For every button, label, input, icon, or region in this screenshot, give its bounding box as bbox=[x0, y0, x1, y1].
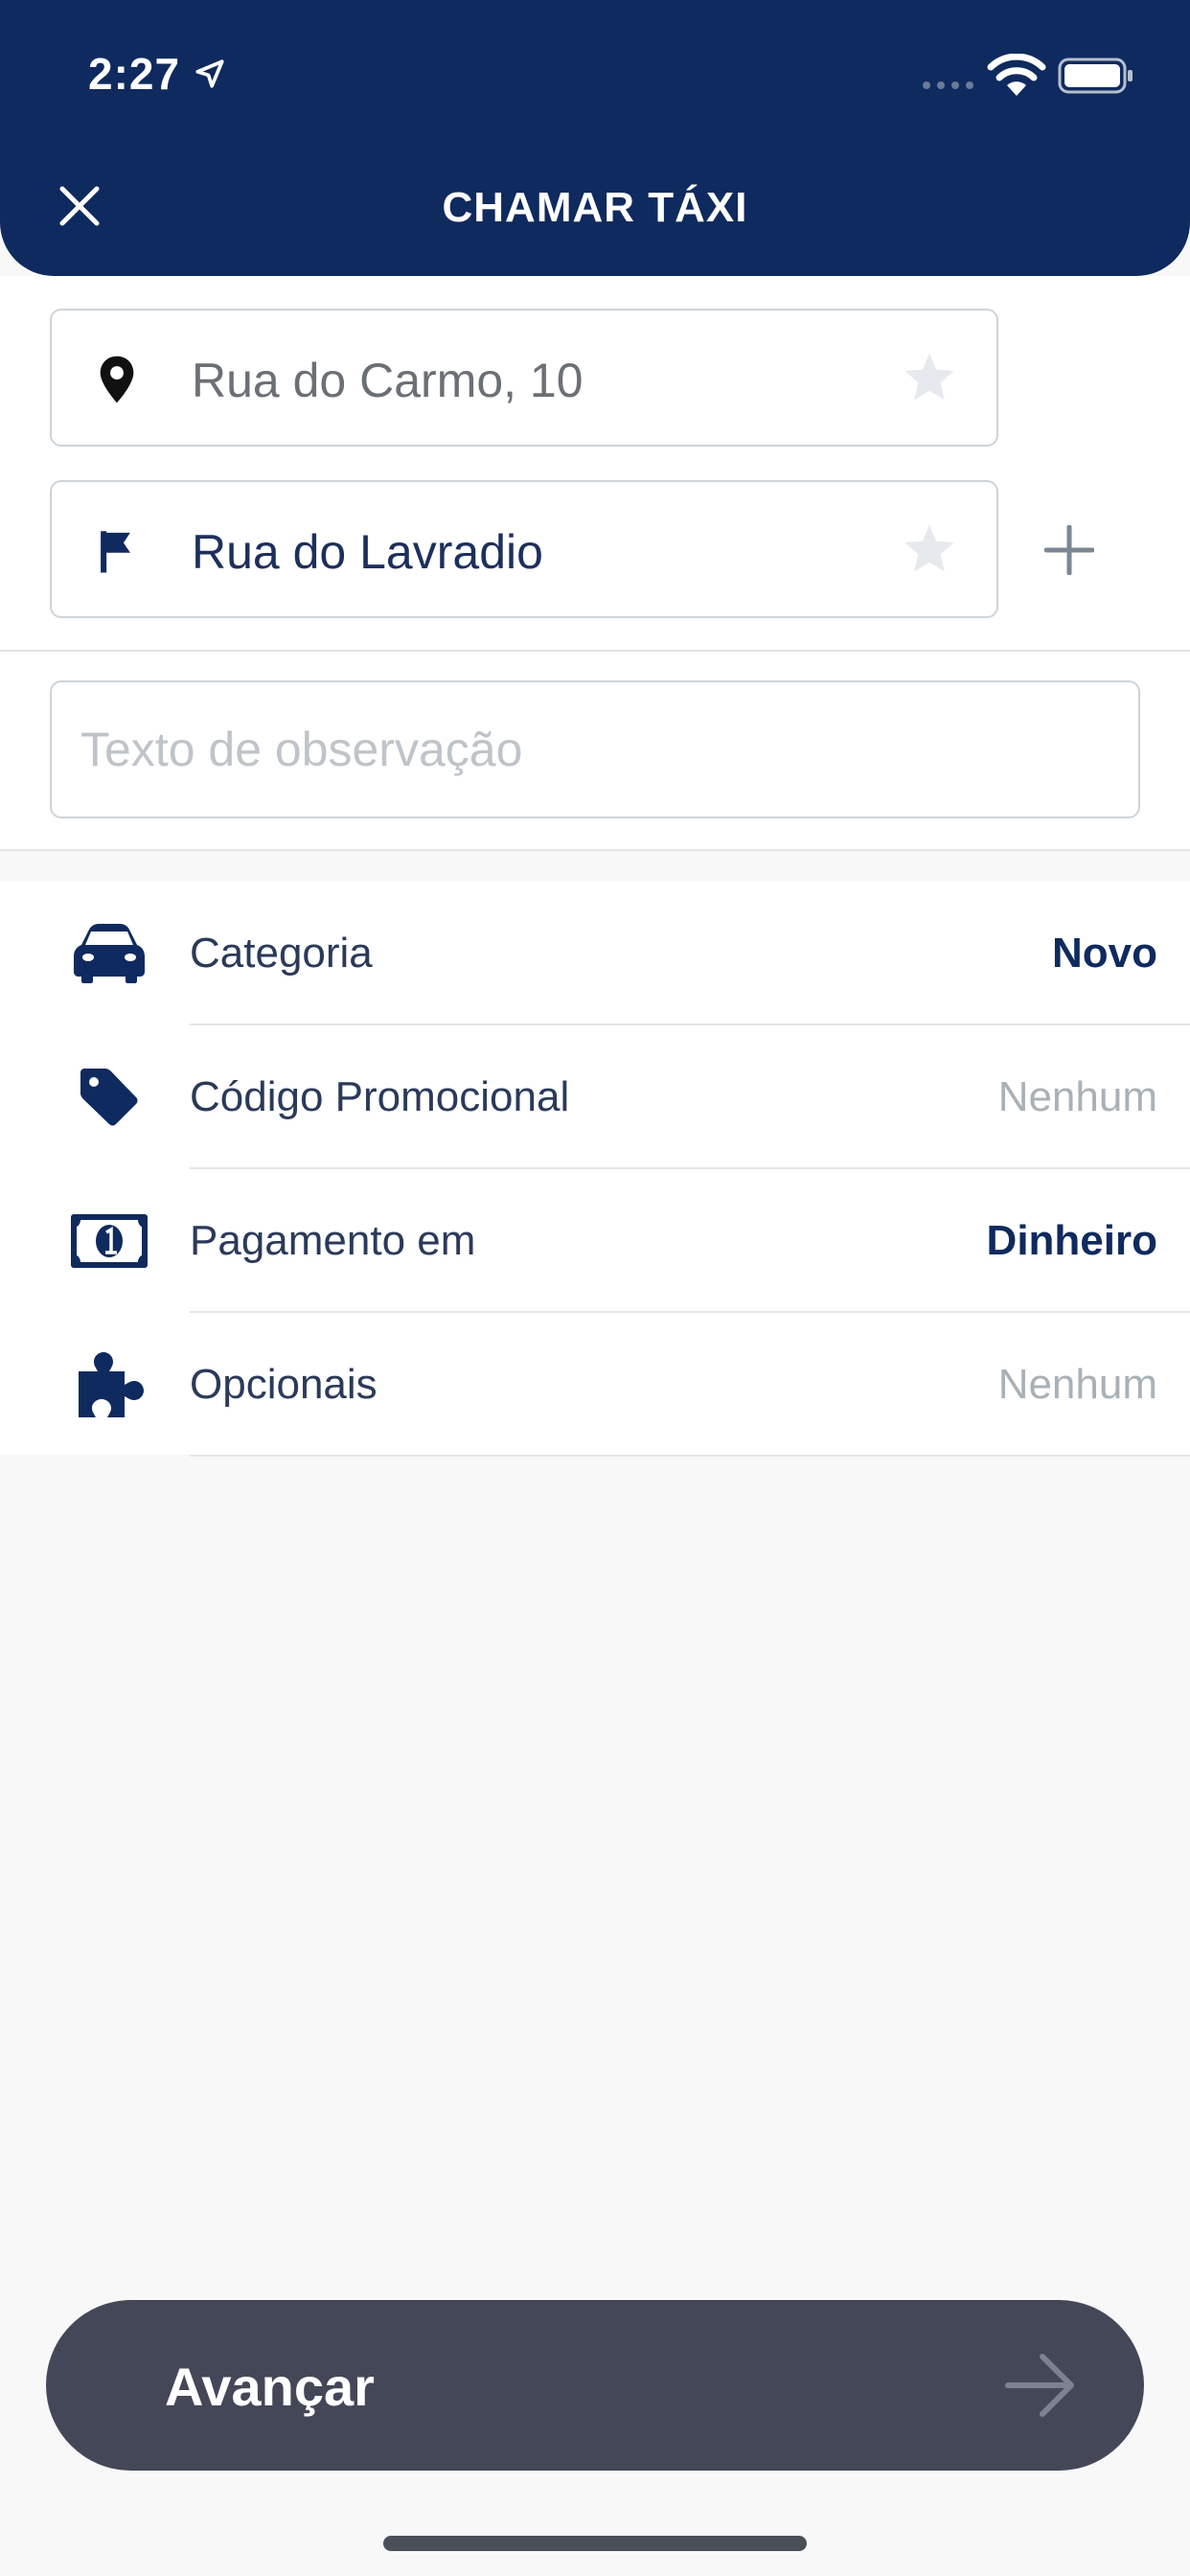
arrow-right-icon bbox=[1005, 2354, 1074, 2417]
location-arrow-icon bbox=[195, 59, 224, 88]
add-stop-button[interactable] bbox=[1035, 516, 1104, 585]
option-row-promo-code[interactable]: Código Promocional Nenhum bbox=[0, 1025, 1190, 1169]
option-value: Nenhum bbox=[997, 1073, 1157, 1120]
favorite-star-icon[interactable] bbox=[903, 351, 956, 402]
battery-icon bbox=[1058, 58, 1133, 94]
puzzle-icon bbox=[71, 1351, 148, 1418]
note-section bbox=[0, 652, 1190, 851]
origin-address-text: Rua do Carmo, 10 bbox=[192, 354, 584, 407]
location-pin-icon bbox=[100, 356, 134, 403]
option-row-category[interactable]: Categoria Novo bbox=[0, 882, 1190, 1025]
divider bbox=[190, 1455, 1190, 1457]
destination-flag-icon bbox=[101, 531, 130, 573]
advance-button[interactable]: Avançar bbox=[46, 2300, 1144, 2471]
cellular-signal-icon bbox=[923, 81, 973, 89]
favorite-star-icon[interactable] bbox=[903, 522, 956, 574]
options-list: Categoria Novo Código Promocional Nenhum… bbox=[0, 882, 1190, 1457]
address-section: Rua do Carmo, 10 Rua do Lavradio bbox=[0, 276, 1190, 652]
wifi-icon bbox=[987, 54, 1046, 96]
note-input[interactable] bbox=[50, 680, 1140, 818]
option-label: Opcionais bbox=[190, 1361, 378, 1408]
app-header: 2:27 CHAMAR TÁXI bbox=[0, 0, 1190, 276]
destination-address-field[interactable]: Rua do Lavradio bbox=[50, 480, 998, 618]
option-value: Dinheiro bbox=[986, 1217, 1157, 1264]
page-title: CHAMAR TÁXI bbox=[442, 184, 748, 231]
destination-address-text: Rua do Lavradio bbox=[192, 525, 543, 579]
car-icon bbox=[71, 920, 148, 987]
origin-address-field[interactable]: Rua do Carmo, 10 bbox=[50, 309, 998, 447]
money-icon bbox=[71, 1208, 148, 1275]
advance-button-label: Avançar bbox=[165, 2357, 375, 2417]
option-label: Categoria bbox=[190, 930, 373, 977]
option-value: Nenhum bbox=[997, 1361, 1157, 1408]
tag-icon bbox=[71, 1064, 148, 1131]
option-value: Novo bbox=[1052, 930, 1157, 977]
status-time: 2:27 bbox=[88, 49, 181, 99]
home-indicator[interactable] bbox=[383, 2536, 807, 2551]
plus-icon bbox=[1044, 525, 1094, 575]
option-label: Código Promocional bbox=[190, 1073, 570, 1120]
option-row-payment[interactable]: Pagamento em Dinheiro bbox=[0, 1169, 1190, 1313]
option-label: Pagamento em bbox=[190, 1217, 476, 1264]
option-row-extras[interactable]: Opcionais Nenhum bbox=[0, 1313, 1190, 1457]
